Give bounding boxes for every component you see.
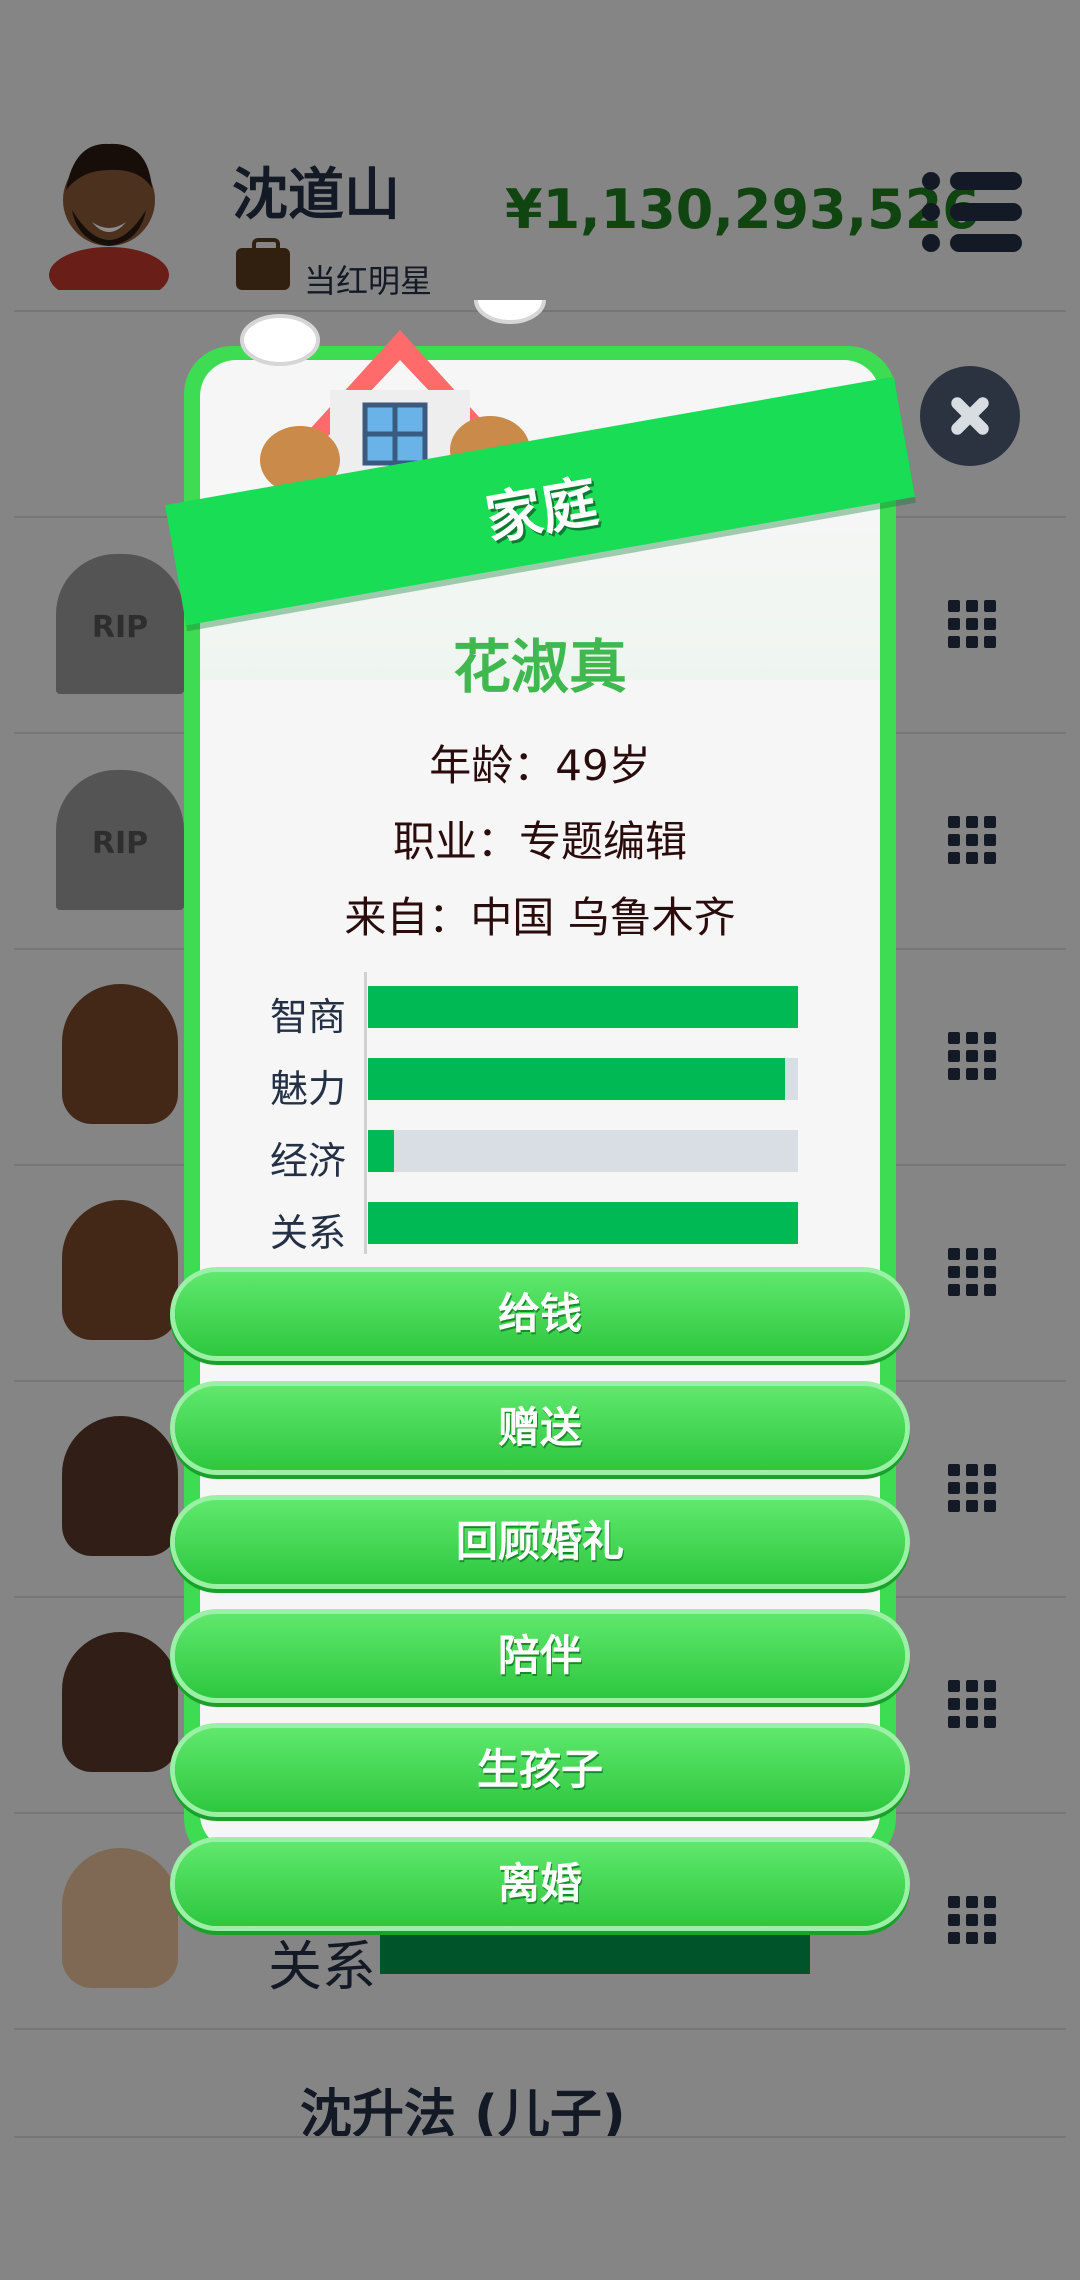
spouse-age: 年龄：49岁 — [429, 741, 651, 790]
button-label: 离婚 — [497, 1859, 582, 1908]
button-label: 给钱 — [497, 1289, 582, 1338]
review-wedding-button[interactable]: 回顾婚礼 — [175, 1500, 905, 1584]
stat-bar — [368, 1202, 798, 1244]
stat-bar — [368, 1058, 798, 1100]
stat-bar-fill — [368, 986, 798, 1028]
button-label: 回顾婚礼 — [455, 1517, 624, 1566]
gift-button[interactable]: 赠送 — [175, 1386, 905, 1470]
button-label: 生孩子 — [476, 1745, 603, 1794]
divorce-button[interactable]: 离婚 — [175, 1842, 905, 1926]
stat-label: 经济 — [270, 1139, 347, 1183]
stat-bar-fill — [368, 1202, 798, 1244]
spouse-name: 花淑真 — [452, 633, 627, 701]
close-icon[interactable] — [920, 366, 1020, 466]
stat-divider — [364, 972, 367, 1254]
button-label: 赠送 — [497, 1403, 582, 1452]
spouse-origin: 来自：中国 乌鲁木齐 — [344, 893, 736, 942]
give-money-button[interactable]: 给钱 — [175, 1272, 905, 1356]
stat-bar — [368, 1130, 798, 1172]
spouse-job: 职业：专题编辑 — [392, 817, 687, 866]
button-label: 陪伴 — [497, 1631, 582, 1680]
stat-label: 魅力 — [270, 1067, 347, 1111]
stat-bar-fill — [368, 1058, 785, 1100]
stat-bar — [368, 986, 798, 1028]
have-child-button[interactable]: 生孩子 — [175, 1728, 905, 1812]
stat-bar-fill — [368, 1130, 394, 1172]
stat-label: 关系 — [270, 1211, 347, 1255]
accompany-button[interactable]: 陪伴 — [175, 1614, 905, 1698]
stat-label: 智商 — [270, 995, 347, 1039]
